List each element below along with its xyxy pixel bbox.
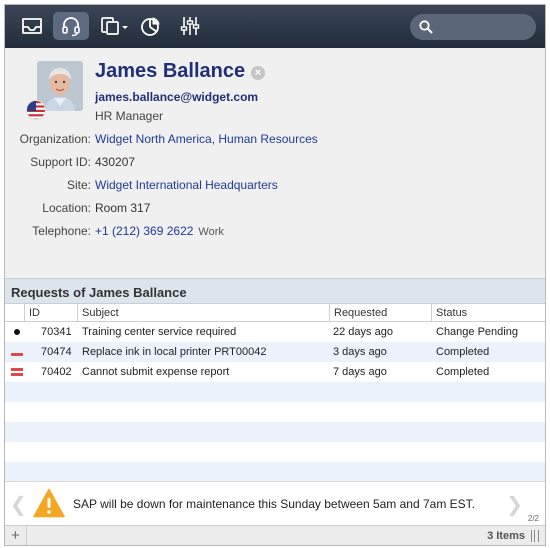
request-requested: 3 days ago — [333, 346, 387, 358]
footer-divider — [26, 526, 27, 545]
empty-row — [5, 382, 545, 402]
sliders-icon — [180, 17, 200, 35]
app-window: James Ballance × james.ballance@widget.c… — [4, 4, 546, 546]
request-subject: Cannot submit expense report — [82, 366, 230, 378]
notification-banner: ❮ SAP will be down for maintenance this … — [5, 481, 545, 525]
priority-medium-icon — [11, 353, 23, 356]
telephone-field: +1 (212) 369 2622 Work — [95, 224, 224, 238]
next-notification-button[interactable]: ❯ — [506, 492, 523, 517]
reports-button[interactable] — [133, 12, 169, 40]
table-row[interactable]: 70402 Cannot submit expense report 7 day… — [5, 362, 545, 382]
requests-title: Requests of James Ballance — [11, 285, 187, 300]
telephone-link[interactable]: +1 (212) 369 2622 — [95, 224, 193, 238]
settings-button[interactable] — [172, 12, 208, 40]
priority-high-icon — [11, 368, 23, 376]
empty-row — [5, 422, 545, 442]
profile-panel: James Ballance × james.ballance@widget.c… — [5, 48, 545, 278]
add-request-button[interactable]: + — [11, 527, 20, 544]
inbox-button[interactable] — [14, 12, 50, 40]
empty-row — [5, 442, 545, 462]
organization-link[interactable]: Widget North America, Human Resources — [95, 132, 318, 146]
request-requested: 7 days ago — [333, 366, 387, 378]
headset-icon — [62, 17, 80, 37]
request-id: 70341 — [41, 326, 72, 338]
toolbar — [5, 5, 545, 48]
telephone-label: Telephone: — [32, 224, 91, 238]
requests-section-header: Requests of James Ballance — [5, 278, 545, 304]
column-header-requested[interactable]: Requested — [329, 304, 431, 322]
request-status: Change Pending — [436, 326, 518, 338]
previous-notification-button[interactable]: ❮ — [10, 492, 27, 517]
pie-chart-icon — [141, 17, 160, 36]
notification-page-indicator: 2/2 — [527, 514, 539, 523]
request-requested: 22 days ago — [333, 326, 393, 338]
documents-menu-button[interactable] — [95, 12, 135, 40]
priority-low-icon — [14, 329, 20, 335]
request-subject: Replace ink in local printer PRT00042 — [82, 346, 267, 358]
notification-text: SAP will be down for maintenance this Su… — [73, 497, 476, 511]
table-row[interactable]: 70474 Replace ink in local printer PRT00… — [5, 342, 545, 362]
support-button[interactable] — [53, 12, 89, 40]
warning-icon — [33, 488, 65, 518]
contact-role: HR Manager — [95, 109, 164, 123]
search-icon — [419, 20, 433, 34]
table-row[interactable]: 70341 Training center service required 2… — [5, 322, 545, 342]
location-label: Location: — [42, 201, 91, 215]
empty-row — [5, 402, 545, 422]
contact-name: James Ballance — [95, 60, 246, 82]
telephone-type: Work — [198, 226, 224, 238]
requests-table-body: 70341 Training center service required 2… — [5, 322, 545, 481]
contact-email[interactable]: james.ballance@widget.com — [95, 90, 258, 104]
us-flag-icon — [26, 100, 46, 120]
inbox-icon — [22, 18, 42, 34]
remove-contact-icon[interactable]: × — [251, 66, 265, 80]
request-id: 70402 — [41, 366, 72, 378]
column-header-status[interactable]: Status — [431, 304, 545, 322]
support-id-value: 430207 — [95, 155, 136, 169]
search-input[interactable] — [410, 14, 536, 40]
request-status: Completed — [436, 366, 490, 378]
item-count: 3 Items — [487, 530, 525, 542]
request-subject: Training center service required — [82, 326, 237, 338]
request-id: 70474 — [41, 346, 72, 358]
organization-label: Organization: — [19, 132, 91, 146]
site-label: Site: — [66, 178, 91, 192]
resize-grip-icon[interactable] — [531, 530, 539, 542]
site-link[interactable]: Widget International Headquarters — [95, 178, 278, 192]
footer-bar: + 3 Items — [5, 525, 545, 545]
location-value: Room 317 — [95, 201, 151, 215]
empty-row — [5, 462, 545, 481]
column-header-id[interactable]: ID — [24, 304, 77, 322]
request-status: Completed — [436, 346, 490, 358]
documents-icon — [101, 17, 128, 35]
support-id-label: Support ID: — [30, 155, 91, 169]
column-header-subject[interactable]: Subject — [77, 304, 329, 322]
requests-table-header: ID Subject Requested Status — [5, 304, 545, 322]
